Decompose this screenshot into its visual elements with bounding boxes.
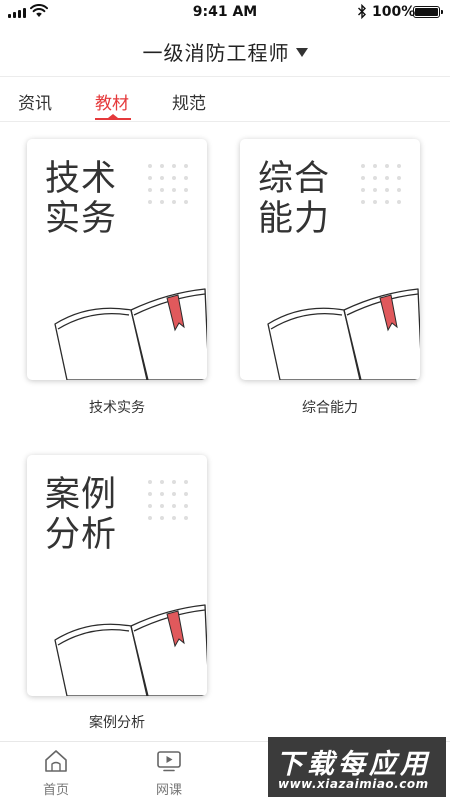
book-label[interactable]: 案例分析 (27, 712, 207, 732)
nav-item-online-courses[interactable]: 网课 (139, 742, 199, 800)
open-book-illustration (54, 288, 207, 380)
category-tabs: 资讯 教材 规范 (0, 77, 450, 121)
battery-percent: 100% (372, 4, 416, 20)
tab-standards[interactable]: 规范 (172, 89, 206, 114)
tab-news[interactable]: 资讯 (18, 89, 52, 114)
book-cover-title: 案例分析 (45, 475, 118, 555)
dropdown-triangle-icon (295, 47, 308, 57)
book-label[interactable]: 技术实务 (27, 397, 207, 417)
bluetooth-icon (358, 4, 366, 19)
video-icon (157, 751, 181, 772)
dot-grid-decoration (361, 164, 405, 208)
tab-textbooks[interactable]: 教材 (95, 89, 129, 114)
open-book-illustration (54, 604, 207, 696)
watermark-text: 下载每应用 (276, 749, 431, 780)
book-cover-title: 综合能力 (258, 159, 331, 239)
watermark-url: www.xiazaimiao.com (278, 777, 429, 791)
nav-label-home: 首页 (42, 783, 69, 798)
tabs-divider (0, 121, 450, 122)
book-cover-title: 技术实务 (45, 159, 118, 239)
dot-grid-decoration (148, 164, 192, 208)
nav-label-online-courses: 网课 (155, 783, 182, 798)
open-book-illustration (267, 288, 420, 380)
battery-icon (413, 6, 443, 18)
book-card-comprehensive-ability[interactable]: 综合能力 (240, 139, 420, 380)
home-icon (45, 750, 67, 772)
dot-grid-decoration (148, 480, 192, 524)
page-title: 一级消防工程师 (142, 40, 290, 65)
book-label[interactable]: 综合能力 (240, 397, 420, 417)
book-card-technical-practice[interactable]: 技术实务 (27, 139, 207, 380)
nav-item-home[interactable]: 首页 (26, 742, 86, 800)
active-tab-underline (95, 118, 131, 120)
status-bar: 9:41 AM 100% (0, 0, 450, 26)
exam-selector[interactable]: 一级消防工程师 (0, 36, 450, 66)
watermark-logo: 下载每应用 www.xiazaimiao.com (268, 737, 446, 797)
book-card-case-analysis[interactable]: 案例分析 (27, 455, 207, 696)
